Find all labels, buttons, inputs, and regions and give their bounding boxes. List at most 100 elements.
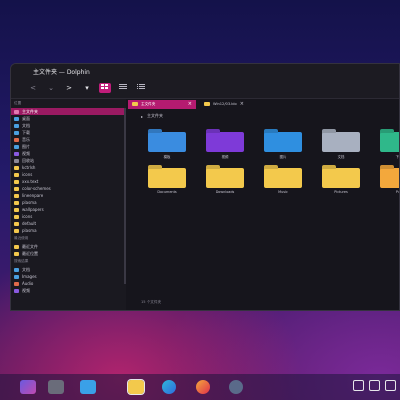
sidebar-item[interactable]: 音乐 xyxy=(11,136,126,143)
sidebar-folder-icon xyxy=(14,151,19,156)
sidebar-folder-icon xyxy=(14,130,19,135)
task-view-icon[interactable] xyxy=(48,380,64,394)
tab-close-icon[interactable]: × xyxy=(188,101,192,107)
sidebar-item-label: plasma xyxy=(22,200,37,205)
settings-gear-icon[interactable] xyxy=(229,380,243,394)
tab-close-icon[interactable]: × xyxy=(240,101,244,107)
sidebar-folder-icon xyxy=(14,200,19,205)
start-menu-icon[interactable] xyxy=(20,380,36,394)
sidebar-item[interactable]: default xyxy=(11,220,126,227)
sidebar-item[interactable]: icons xyxy=(11,171,126,178)
title-bar[interactable]: 主文件夹 — Dolphin xyxy=(11,64,399,78)
sidebar-item-label: icons xyxy=(22,214,33,219)
sidebar-item[interactable]: plasma xyxy=(11,227,126,234)
file-item[interactable]: 文档 xyxy=(317,132,365,159)
file-label: 图片 xyxy=(279,155,287,159)
file-label: 下载 xyxy=(395,155,399,159)
folder-icon xyxy=(380,168,399,188)
sidebar-folder-icon xyxy=(14,172,19,177)
folder-icon xyxy=(132,102,138,106)
sidebar-item[interactable]: 文档 xyxy=(11,122,126,129)
file-item[interactable]: 图片 xyxy=(259,132,307,159)
sidebar-item[interactable]: Images xyxy=(11,273,126,280)
back-dropdown-icon[interactable]: ⌄ xyxy=(45,84,57,92)
sidebar-folder-icon xyxy=(14,214,19,219)
sidebar-item[interactable]: 桌面 xyxy=(11,115,126,122)
places-sidebar: 位置 主文件夹 桌面 文档 下载 音乐 图片 视频 回收站 kctrlsh icons xxx.tex… xyxy=(11,99,126,310)
sidebar-item-label: kctrlsh xyxy=(22,165,36,170)
clipboard-icon[interactable] xyxy=(353,380,364,391)
icons-view-icon[interactable] xyxy=(99,83,111,93)
sidebar-item[interactable]: icons xyxy=(11,213,126,220)
breadcrumb-home[interactable]: 主文件夹 xyxy=(147,113,163,119)
file-item[interactable]: 下载 xyxy=(375,132,399,159)
volume-icon[interactable] xyxy=(385,380,396,391)
tab-label: 主文件夹 xyxy=(141,101,156,106)
details-view-icon[interactable] xyxy=(135,84,147,92)
sidebar-section-label: 搜索结果 xyxy=(14,259,29,263)
sidebar-item[interactable]: lineenpare xyxy=(11,192,126,199)
toolbar: < ⌄ > ▾ xyxy=(11,78,399,99)
sidebar-item-label: 下载 xyxy=(22,129,30,135)
file-item[interactable]: Pictures xyxy=(317,168,365,194)
system-tray xyxy=(353,380,396,391)
file-item[interactable]: Downloads xyxy=(201,168,249,194)
sidebar-item[interactable]: 视频 xyxy=(11,287,126,294)
keyboard-icon[interactable] xyxy=(369,380,380,391)
sidebar-folder-icon xyxy=(14,288,19,293)
file-item[interactable]: 模板 xyxy=(143,132,191,159)
forward-dropdown-icon[interactable]: ▾ xyxy=(81,84,93,92)
file-item[interactable]: 视频 xyxy=(201,132,249,159)
compact-view-icon[interactable] xyxy=(117,84,129,92)
tab[interactable]: 主文件夹 × xyxy=(128,99,196,109)
forward-button[interactable]: > xyxy=(63,84,75,92)
sidebar-item[interactable]: 回收站 xyxy=(11,157,126,164)
sidebar-item[interactable]: 文档 xyxy=(11,266,126,273)
sidebar-item[interactable]: Audio xyxy=(11,280,126,287)
folder-icon xyxy=(204,102,210,106)
dolphin-taskbar-icon[interactable] xyxy=(127,379,145,395)
folder-icon xyxy=(322,132,360,152)
sidebar-folder-icon xyxy=(14,267,19,272)
sidebar-item-label: 视频 xyxy=(22,150,30,156)
sidebar-item-label: 主文件夹 xyxy=(22,108,38,114)
tab[interactable]: Win12/03.blo × xyxy=(200,100,248,109)
sidebar-scrollbar[interactable] xyxy=(124,108,126,284)
sidebar-folder-icon xyxy=(14,251,19,256)
taskbar xyxy=(0,374,400,400)
sidebar-item[interactable]: kctrlsh xyxy=(11,164,126,171)
sidebar-item-label: plasma xyxy=(22,228,37,233)
sidebar-folder-icon xyxy=(14,144,19,149)
sidebar-folder-icon xyxy=(14,193,19,198)
folder-icon xyxy=(206,132,244,152)
widgets-icon[interactable] xyxy=(80,380,96,394)
sidebar-folder-icon xyxy=(14,207,19,212)
sidebar-item[interactable]: 视频 xyxy=(11,150,126,157)
file-item[interactable]: Documents xyxy=(143,168,191,194)
sidebar-item[interactable]: 图片 xyxy=(11,143,126,150)
breadcrumb[interactable]: ▸ 主文件夹 xyxy=(141,113,163,119)
file-item[interactable]: Pub xyxy=(375,168,399,194)
edge-browser-icon[interactable] xyxy=(162,380,176,394)
firefox-icon[interactable] xyxy=(196,380,210,394)
tab-label: Win12/03.blo xyxy=(213,102,237,106)
sidebar-item[interactable]: wallpapers xyxy=(11,206,126,213)
sidebar-folder-icon xyxy=(14,116,19,121)
sidebar-item[interactable]: 最近位置 xyxy=(11,250,126,257)
sidebar-item[interactable]: 主文件夹 xyxy=(11,108,126,115)
sidebar-item[interactable]: 下载 xyxy=(11,129,126,136)
sidebar-folder-icon xyxy=(14,186,19,191)
sidebar-item[interactable]: color-schemes xyxy=(11,185,126,192)
breadcrumb-arrow-icon: ▸ xyxy=(141,113,144,119)
sidebar-item-label: wallpapers xyxy=(22,207,44,212)
sidebar-item-label: default xyxy=(22,221,37,226)
sidebar-item-label: 文档 xyxy=(22,122,30,128)
sidebar-item-label: 最近位置 xyxy=(22,250,38,256)
sidebar-item[interactable]: plasma xyxy=(11,199,126,206)
file-item[interactable]: Music xyxy=(259,168,307,194)
sidebar-item[interactable]: xxx.text xyxy=(11,178,126,185)
sidebar-folder-icon xyxy=(14,137,19,142)
sidebar-item[interactable]: 最近文件 xyxy=(11,243,126,250)
sidebar-item-label: xxx.text xyxy=(22,179,39,184)
back-button[interactable]: < xyxy=(27,84,39,92)
